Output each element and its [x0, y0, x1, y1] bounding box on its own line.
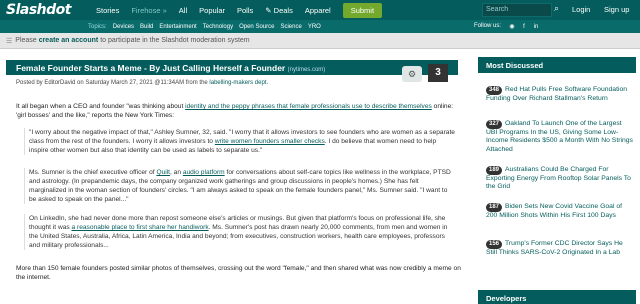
topic-build[interactable]: Build — [140, 24, 153, 30]
facebook-icon[interactable]: f — [520, 23, 528, 31]
comment-count: 156 — [486, 240, 503, 249]
comment-count: 348 — [486, 86, 503, 95]
deals-icon: ✎ — [265, 5, 272, 15]
item-title[interactable]: Australians Could Be Charged For Exporti… — [486, 166, 631, 190]
search-icon[interactable]: ⌕ — [554, 3, 559, 14]
nav-stories[interactable]: Stories — [96, 6, 119, 15]
handiwork-link[interactable]: a reasonable place to first share her ha… — [72, 224, 209, 231]
paragraph-meme: More than 150 female founders posted sim… — [16, 265, 461, 281]
firehose-icon: » — [162, 5, 167, 15]
nav-popular[interactable]: Popular — [199, 6, 225, 15]
q2-text-b: , an — [170, 169, 181, 176]
most-discussed-heading: Most Discussed — [478, 57, 636, 73]
top-navigation-bar: Slashdot Stories Firehose » All Popular … — [0, 0, 640, 20]
create-account-link[interactable]: create an account — [39, 37, 99, 44]
nav-deals-label: Deals — [273, 5, 293, 15]
comment-count-badge[interactable]: 3 — [428, 64, 448, 82]
moderation-notice: ☰ Please create an account to participat… — [0, 33, 640, 49]
most-discussed-item[interactable]: 348 Red Hat Pulls Free Software Foundatio… — [486, 86, 634, 103]
quilt-link[interactable]: Quilt — [156, 169, 170, 176]
notice-prefix: Please — [15, 37, 37, 44]
topic-technology[interactable]: Technology — [203, 24, 233, 30]
topic-entertainment[interactable]: Entertainment — [159, 24, 196, 30]
nav-firehose-label: Firehose — [131, 5, 161, 15]
item-title[interactable]: Trump's Former CDC Director Says He Stil… — [486, 240, 623, 256]
nav-all[interactable]: All — [179, 6, 187, 15]
article-source[interactable]: (nytimes.com) — [288, 67, 326, 73]
login-link[interactable]: Login — [572, 5, 590, 14]
nav-deals[interactable]: ✎ Deals — [265, 6, 293, 15]
item-title[interactable]: Oakland To Launch One of the Largest UBI… — [486, 120, 633, 153]
topic-science[interactable]: Science — [280, 24, 301, 30]
follow-label: Follow us: — [474, 23, 502, 29]
article-title-bar: Female Founder Starts a Meme - By Just C… — [6, 60, 458, 75]
site-logo[interactable]: Slashdot — [6, 2, 84, 18]
q2-text-a: Ms. Sumner is the chief executive office… — [29, 169, 155, 176]
most-discussed-item[interactable]: 187 Biden Sets New Covid Vaccine Goal of … — [486, 203, 634, 220]
quote-quilt: Ms. Sumner is the chief executive office… — [24, 168, 456, 204]
article-byline: Posted by EditorDavid on Saturday March … — [16, 80, 268, 86]
byline-dept: labelling-makers dept. — [209, 80, 269, 86]
rss-icon[interactable]: ◉ — [508, 23, 516, 31]
smaller-checks-link[interactable]: write women founders smaller checks — [215, 138, 325, 145]
notice-icon: ☰ — [6, 37, 13, 45]
p1-text-a: It all began when a CEO and founder "was… — [16, 103, 184, 110]
byline-posted: Posted by EditorDavid on Saturday March … — [16, 80, 208, 86]
nav-firehose[interactable]: Firehose » — [131, 6, 166, 15]
topic-icon[interactable]: ⚙ — [402, 66, 422, 82]
topic-devices[interactable]: Devices — [113, 24, 134, 30]
audio-platform-link[interactable]: audio platform — [183, 169, 225, 176]
comment-count: 187 — [486, 203, 503, 212]
comment-count: 189 — [486, 166, 503, 175]
item-title[interactable]: Red Hat Pulls Free Software Foundation F… — [486, 86, 627, 102]
notice-suffix: to participate in the Slashdot moderatio… — [100, 37, 250, 44]
paragraph-intro: It all began when a CEO and founder "was… — [16, 102, 461, 120]
developers-heading: Developers — [478, 290, 636, 304]
most-discussed-item[interactable]: 156 Trump's Former CDC Director Says He S… — [486, 240, 634, 257]
topics-bar: Topics: Devices Build Entertainment Tech… — [0, 20, 640, 33]
nav-polls[interactable]: Polls — [237, 6, 253, 15]
submit-button[interactable]: Submit — [342, 2, 383, 18]
linkedin-icon[interactable]: in — [532, 23, 540, 31]
signup-link[interactable]: Sign up — [604, 5, 629, 14]
nav-apparel[interactable]: Apparel — [305, 6, 331, 15]
most-discussed-item[interactable]: 189 Australians Could Be Charged For Expo… — [486, 166, 634, 192]
topics-label: Topics: — [88, 23, 107, 30]
quote-worry: "I worry about the negative impact of th… — [24, 128, 456, 155]
search-input[interactable]: Search — [482, 3, 552, 17]
topic-yro[interactable]: YRO — [308, 24, 321, 30]
article-title[interactable]: Female Founder Starts a Meme - By Just C… — [16, 63, 285, 73]
most-discussed-item[interactable]: 327 Oakland To Launch One of the Largest … — [486, 120, 634, 154]
identity-link[interactable]: identity and the peppy phrases that fema… — [185, 103, 432, 110]
topic-open-source[interactable]: Open Source — [239, 24, 274, 30]
quote-linkedin: On LinkedIn, she had never done more tha… — [24, 214, 456, 250]
comment-count: 327 — [486, 120, 503, 129]
item-title[interactable]: Biden Sets New Covid Vaccine Goal of 200… — [486, 203, 622, 219]
